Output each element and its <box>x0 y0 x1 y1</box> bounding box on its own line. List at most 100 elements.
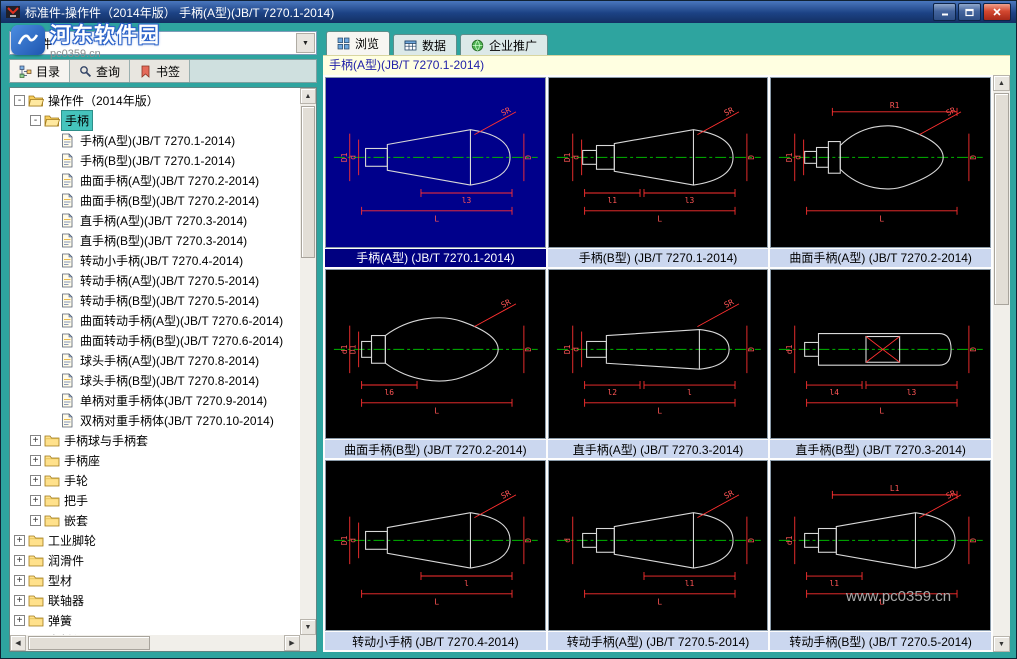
tree-item-label[interactable]: 弹簧 <box>45 611 75 630</box>
thumbnail-caption[interactable]: 转动小手柄 (JB/T 7270.4-2014) <box>325 632 546 650</box>
maximize-button[interactable] <box>958 3 981 21</box>
right-tab-1[interactable]: 浏览 <box>326 31 390 55</box>
scroll-down-icon[interactable]: ▼ <box>300 619 316 635</box>
tree-item[interactable]: 手柄(A型)(JB/T 7270.1-2014) <box>10 130 300 150</box>
thumbnail-drawing[interactable]: d1DSRL1l1L <box>770 460 991 631</box>
tree-item-label[interactable]: 操作件（2014年版） <box>45 91 162 110</box>
thumbnail-drawing[interactable]: D1dDSRl1l3L <box>548 77 769 248</box>
tree-item[interactable]: 曲面转动手柄(A型)(JB/T 7270.6-2014) <box>10 310 300 330</box>
collapse-icon[interactable]: - <box>14 95 25 106</box>
left-tab-1[interactable]: 目录 <box>10 60 70 82</box>
expand-icon[interactable]: + <box>14 615 25 626</box>
minimize-button[interactable] <box>933 3 956 21</box>
thumbnail-cell[interactable]: d1Dl4l3L直手柄(B型) (JB/T 7270.3-2014) <box>770 269 991 459</box>
thumbnail-caption[interactable]: 直手柄(A型) (JB/T 7270.3-2014) <box>548 440 769 458</box>
tree-scrollbar-thumb[interactable] <box>301 106 315 258</box>
grid-vertical-scrollbar[interactable]: ▲ ▼ <box>993 75 1010 652</box>
tree-item-label[interactable]: 嵌套 <box>61 511 91 530</box>
tree-item-label[interactable]: 手柄(B型)(JB/T 7270.1-2014) <box>77 151 238 170</box>
thumbnail-caption[interactable]: 曲面手柄(B型) (JB/T 7270.2-2014) <box>325 440 546 458</box>
expand-icon[interactable]: + <box>14 595 25 606</box>
expand-icon[interactable]: + <box>14 575 25 586</box>
thumbnail-drawing[interactable]: D1dDSRl2lL <box>548 269 769 440</box>
thumbnail-drawing[interactable]: D1dDSRlL <box>325 460 546 631</box>
left-tab-2[interactable]: 查询 <box>70 60 130 82</box>
tree-item[interactable]: + 联轴器 <box>10 590 300 610</box>
tree-item-label[interactable]: 转动手柄(B型)(JB/T 7270.5-2014) <box>77 291 262 310</box>
expand-icon[interactable]: + <box>14 555 25 566</box>
grid-scrollbar-thumb[interactable] <box>994 93 1009 305</box>
tree-item-label[interactable]: 转动手柄(A型)(JB/T 7270.5-2014) <box>77 271 262 290</box>
tree-horizontal-scrollbar[interactable]: ◀ ▶ <box>10 635 300 651</box>
expand-icon[interactable]: + <box>30 515 41 526</box>
expand-icon[interactable]: + <box>30 495 41 506</box>
scroll-up-icon[interactable]: ▲ <box>300 88 316 104</box>
tree-item-label[interactable]: 曲面手柄(B型)(JB/T 7270.2-2014) <box>77 191 262 210</box>
tree-vertical-scrollbar[interactable]: ▲ ▼ <box>300 88 316 635</box>
thumbnail-caption[interactable]: 转动手柄(A型) (JB/T 7270.5-2014) <box>548 632 769 650</box>
tree-item-label[interactable]: 联轴器 <box>45 591 87 610</box>
thumbnail-cell[interactable]: dDSRl1L转动手柄(A型) (JB/T 7270.5-2014) <box>548 460 769 650</box>
expand-icon[interactable]: + <box>30 455 41 466</box>
expand-icon[interactable]: + <box>14 535 25 546</box>
tree-item[interactable]: + 工业脚轮 <box>10 530 300 550</box>
tree-item[interactable]: 球头手柄(A型)(JB/T 7270.8-2014) <box>10 350 300 370</box>
tree-item[interactable]: 曲面转动手柄(B型)(JB/T 7270.6-2014) <box>10 330 300 350</box>
scroll-right-icon[interactable]: ▶ <box>284 635 300 651</box>
tree-item-label[interactable]: 曲面转动手柄(A型)(JB/T 7270.6-2014) <box>77 311 286 330</box>
tree-item-label[interactable]: 双柄对重手柄体(JB/T 7270.10-2014) <box>77 411 277 430</box>
right-tab-3[interactable]: 企业推广 <box>460 34 548 55</box>
tree-item-label[interactable]: 曲面手柄(A型)(JB/T 7270.2-2014) <box>77 171 262 190</box>
tree-item[interactable]: + 嵌套 <box>10 510 300 530</box>
tree-item[interactable]: + 型材 <box>10 570 300 590</box>
thumbnail-caption[interactable]: 手柄(A型) (JB/T 7270.1-2014) <box>325 249 546 267</box>
tree-item[interactable]: 曲面手柄(A型)(JB/T 7270.2-2014) <box>10 170 300 190</box>
tree-item-label[interactable]: 单柄对重手柄体(JB/T 7270.9-2014) <box>77 391 270 410</box>
tree-item[interactable]: 曲面手柄(B型)(JB/T 7270.2-2014) <box>10 190 300 210</box>
tree-item-label[interactable]: 把手 <box>61 491 91 510</box>
tree-item-label[interactable]: 型材 <box>45 571 75 590</box>
tree-item-label[interactable]: 手柄 <box>61 110 93 131</box>
right-tab-2[interactable]: 数据 <box>393 34 457 55</box>
tree-item[interactable]: + 弹簧 <box>10 610 300 630</box>
scroll-up-icon[interactable]: ▲ <box>993 75 1010 91</box>
tree-item-label[interactable]: 球头手柄(B型)(JB/T 7270.8-2014) <box>77 371 262 390</box>
dropdown-arrow-icon[interactable]: ▼ <box>296 33 315 53</box>
thumbnail-caption[interactable]: 转动手柄(B型) (JB/T 7270.5-2014) <box>770 632 991 650</box>
thumbnail-drawing[interactable]: D1dDSRl3L <box>325 77 546 248</box>
tree-item[interactable]: 直手柄(B型)(JB/T 7270.3-2014) <box>10 230 300 250</box>
tree-item-label[interactable]: 曲面转动手柄(B型)(JB/T 7270.6-2014) <box>77 331 286 350</box>
tree-item-label[interactable]: 直手柄(A型)(JB/T 7270.3-2014) <box>77 211 250 230</box>
tree-item[interactable]: +手轮 <box>10 470 300 490</box>
scroll-down-icon[interactable]: ▼ <box>993 636 1010 652</box>
scroll-left-icon[interactable]: ◀ <box>10 635 26 651</box>
thumbnail-drawing[interactable]: d1D1DSRl6L <box>325 269 546 440</box>
tree-item-label[interactable]: 球头手柄(A型)(JB/T 7270.8-2014) <box>77 351 262 370</box>
thumbnail-caption[interactable]: 曲面手柄(A型) (JB/T 7270.2-2014) <box>770 249 991 267</box>
thumbnail-cell[interactable]: d1DSRL1l1L转动手柄(B型) (JB/T 7270.5-2014) <box>770 460 991 650</box>
tree-item[interactable]: +手柄球与手柄套 <box>10 430 300 450</box>
category-dropdown[interactable]: 操作件 ▼ <box>9 31 317 55</box>
tree-hscrollbar-thumb[interactable] <box>28 636 150 650</box>
tree-item[interactable]: -手柄 <box>10 110 300 130</box>
tree-item[interactable]: 转动手柄(B型)(JB/T 7270.5-2014) <box>10 290 300 310</box>
tree-item-label[interactable]: 手轮 <box>61 471 91 490</box>
tree-item[interactable]: 手柄(B型)(JB/T 7270.1-2014) <box>10 150 300 170</box>
tree-item-label[interactable]: 直手柄(B型)(JB/T 7270.3-2014) <box>77 231 250 250</box>
tree-item-label[interactable]: 工业脚轮 <box>45 531 99 550</box>
tree-item[interactable]: - 操作件（2014年版） <box>10 90 300 110</box>
thumbnail-cell[interactable]: D1dDSRR1L曲面手柄(A型) (JB/T 7270.2-2014) <box>770 77 991 267</box>
close-button[interactable] <box>983 3 1011 21</box>
left-tab-3[interactable]: 书签 <box>130 60 190 82</box>
tree-item[interactable]: + 把手 <box>10 490 300 510</box>
tree-item-label[interactable]: 手柄座 <box>61 451 103 470</box>
thumbnail-cell[interactable]: D1dDSRlL转动小手柄 (JB/T 7270.4-2014) <box>325 460 546 650</box>
expand-icon[interactable]: + <box>30 435 41 446</box>
thumbnail-drawing[interactable]: dDSRl1L <box>548 460 769 631</box>
tree-item[interactable]: 球头手柄(B型)(JB/T 7270.8-2014) <box>10 370 300 390</box>
thumbnail-cell[interactable]: D1dDSRl3L手柄(A型) (JB/T 7270.1-2014) <box>325 77 546 267</box>
thumbnail-caption[interactable]: 直手柄(B型) (JB/T 7270.3-2014) <box>770 440 991 458</box>
thumbnail-cell[interactable]: D1dDSRl1l3L手柄(B型) (JB/T 7270.1-2014) <box>548 77 769 267</box>
tree-item[interactable]: 转动小手柄(JB/T 7270.4-2014) <box>10 250 300 270</box>
thumbnail-caption[interactable]: 手柄(B型) (JB/T 7270.1-2014) <box>548 249 769 267</box>
